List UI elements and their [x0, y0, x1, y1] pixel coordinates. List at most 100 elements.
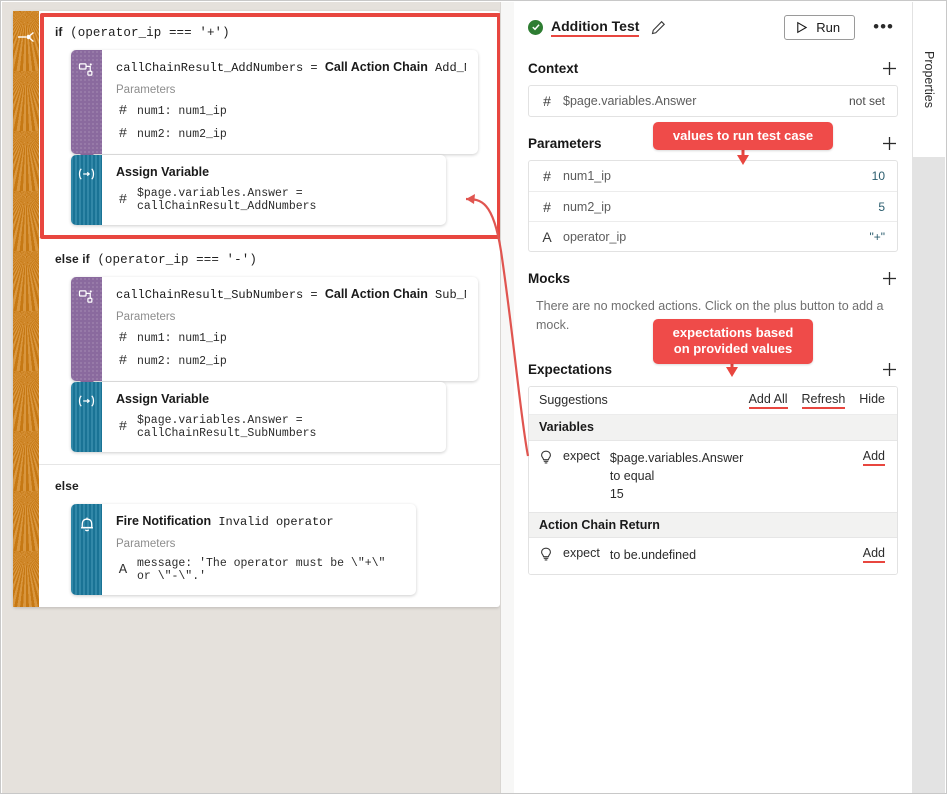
node-title: Assign Variable: [116, 392, 434, 406]
node-equals: =: [303, 61, 325, 75]
plus-icon[interactable]: [881, 270, 898, 287]
node-body: callChainResult_AddNumbers = Call Action…: [102, 50, 478, 154]
run-button-label: Run: [816, 19, 841, 35]
parameter-value[interactable]: "+": [869, 230, 885, 244]
branch-keyword: if: [55, 25, 63, 39]
add-all-link[interactable]: Add All: [748, 392, 788, 409]
expectations-title: Expectations: [528, 361, 613, 377]
branch-expression: (operator_ip === '+'): [62, 26, 230, 40]
panel-divider[interactable]: [500, 2, 514, 793]
node-strip-purple: [71, 277, 102, 388]
node-action-type: Fire Notification: [116, 514, 212, 528]
node-title: Fire Notification Invalid operator: [116, 514, 404, 529]
node-action-type: Call Action Chain: [324, 60, 428, 74]
context-variable-name: $page.variables.Answer: [563, 94, 697, 108]
node-fire-notification[interactable]: Fire Notification Invalid operator Param…: [71, 504, 416, 595]
number-type-icon: #: [118, 353, 128, 369]
plus-icon[interactable]: [881, 135, 898, 152]
annotation-line-2: on provided values: [673, 341, 793, 357]
parameter-value[interactable]: 5: [878, 200, 885, 214]
parameter-row: # num2: num2_ip: [116, 126, 466, 142]
expect-keyword: expect: [563, 545, 600, 560]
parameter-text: num1: num1_ip: [137, 104, 227, 118]
annotation-line-1: expectations based: [672, 325, 794, 340]
node-strip-purple: [71, 50, 102, 161]
hide-link[interactable]: Hide: [859, 392, 885, 409]
properties-tab-label: Properties: [922, 51, 936, 108]
node-assign-variable[interactable]: Assign Variable # $page.variables.Answer…: [71, 382, 446, 452]
node-title: Assign Variable: [116, 165, 434, 179]
refresh-link[interactable]: Refresh: [801, 392, 846, 409]
branch-else-if[interactable]: else if (operator_ip === '-') callChainR…: [39, 237, 500, 464]
action-chain-gutter: [13, 11, 39, 607]
node-chain-name: Add_Numbers: [435, 61, 466, 75]
parameter-text: message: 'The operator must be \"+\" or …: [137, 557, 386, 583]
assignment-row: # $page.variables.Answer = callChainResu…: [116, 187, 434, 213]
context-variable-value: not set: [848, 94, 885, 108]
properties-tab[interactable]: Properties: [912, 2, 945, 157]
node-call-action-chain[interactable]: callChainResult_SubNumbers = Call Action…: [71, 277, 478, 388]
expectation-value: 15: [609, 486, 624, 501]
test-case-panel: Addition Test Run ••• Context # $page.va…: [514, 2, 914, 793]
expectation-target: to be.undefined: [609, 547, 697, 562]
context-title: Context: [528, 61, 579, 76]
expectation-row[interactable]: expect $page.variables.Answer to equal 1…: [529, 440, 897, 512]
suggestions-box: Suggestions Add All Refresh Hide Variabl…: [528, 385, 898, 575]
parameter-row[interactable]: # num2_ip 5: [529, 191, 897, 221]
branch-else[interactable]: else Fire Notification Invalid operator …: [39, 464, 500, 607]
assign-variable-icon: [77, 394, 96, 413]
node-call-action-chain[interactable]: callChainResult_AddNumbers = Call Action…: [71, 50, 478, 161]
play-icon: [797, 21, 808, 33]
parameter-rows: # num1_ip 10 # num2_ip 5 A operator_ip "…: [528, 160, 898, 252]
node-assign-variable[interactable]: Assign Variable # $page.variables.Answer…: [71, 155, 446, 225]
string-type-icon: A: [542, 228, 552, 245]
branch-keyword: else if: [55, 252, 90, 266]
plus-icon[interactable]: [881, 361, 898, 378]
branch-condition-label: else if (operator_ip === '-'): [55, 252, 488, 267]
number-type-icon: #: [118, 419, 128, 435]
node-body: Fire Notification Invalid operator Param…: [102, 504, 416, 595]
parameter-value[interactable]: 10: [872, 169, 885, 183]
parameter-row: # num1: num1_ip: [116, 330, 466, 346]
ellipsis-icon[interactable]: •••: [869, 18, 898, 35]
number-type-icon: #: [118, 192, 128, 208]
parameter-name: num2_ip: [563, 199, 611, 214]
lightbulb-icon: [539, 450, 554, 468]
add-expectation-link[interactable]: Add: [862, 449, 885, 466]
node-equals: =: [303, 288, 325, 302]
parameter-name: operator_ip: [563, 229, 627, 244]
node-group: callChainResult_AddNumbers = Call Action…: [55, 50, 488, 225]
properties-rail: [912, 157, 945, 793]
assignment-row: # $page.variables.Answer = callChainResu…: [116, 414, 434, 440]
expectation-target: $page.variables.Answer: [609, 450, 744, 465]
node-title: callChainResult_AddNumbers = Call Action…: [116, 60, 466, 75]
expectation-body: to be.undefined: [610, 546, 696, 564]
parameter-row[interactable]: # num1_ip 10: [529, 161, 897, 191]
action-chain-canvas[interactable]: if (operator_ip === '+') callChainResult…: [2, 2, 500, 793]
assignment-text: $page.variables.Answer = callChainResult…: [137, 187, 317, 213]
expectation-row[interactable]: expect to be.undefined Add: [529, 537, 897, 574]
node-body: Assign Variable # $page.variables.Answer…: [102, 155, 446, 225]
number-type-icon: #: [118, 330, 128, 346]
branch-if[interactable]: if (operator_ip === '+') callChainResult…: [39, 11, 500, 237]
run-button[interactable]: Run: [784, 14, 856, 40]
add-expectation-link[interactable]: Add: [862, 546, 885, 563]
node-action-type: Assign Variable: [116, 165, 210, 179]
plus-icon[interactable]: [881, 60, 898, 77]
node-action-type: Call Action Chain: [324, 287, 428, 301]
pencil-icon[interactable]: [651, 20, 666, 35]
number-type-icon: #: [543, 198, 551, 215]
mocks-section-header: Mocks: [528, 270, 898, 287]
node-result-variable: callChainResult_AddNumbers: [116, 61, 304, 75]
node-group: callChainResult_SubNumbers = Call Action…: [55, 277, 488, 452]
context-rows: # $page.variables.Answer not set: [528, 85, 898, 117]
parameter-text: num2: num2_ip: [137, 127, 227, 141]
parameter-row[interactable]: A operator_ip "+": [529, 221, 897, 251]
context-row[interactable]: # $page.variables.Answer not set: [529, 86, 897, 116]
test-case-editor-window: if (operator_ip === '+') callChainResult…: [0, 0, 947, 794]
check-circle-icon: [528, 19, 543, 35]
suggestions-label: Suggestions: [539, 393, 608, 407]
branch-expression: (operator_ip === '-'): [89, 253, 257, 267]
group-header-action-chain-return: Action Chain Return: [529, 511, 897, 538]
node-body: Assign Variable # $page.variables.Answer…: [102, 382, 446, 452]
